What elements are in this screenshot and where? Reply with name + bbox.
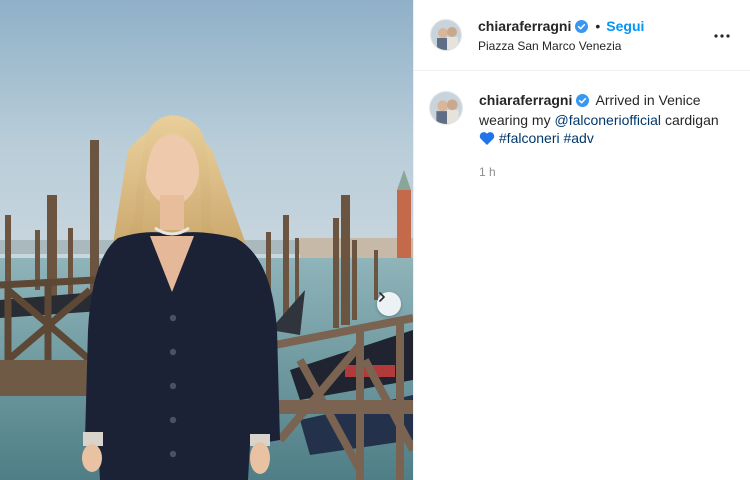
caption-mention-link[interactable]: @falconeriofficial [554, 112, 661, 128]
author-username[interactable]: chiaraferragni [478, 18, 571, 34]
author-avatar[interactable] [430, 19, 462, 51]
post-header: chiaraferragni • Segui Piazza San Marco … [414, 0, 750, 71]
verified-badge-icon [575, 19, 589, 33]
post-location[interactable]: Piazza San Marco Venezia [478, 39, 644, 53]
author-line: chiaraferragni • Segui [478, 17, 644, 35]
post-timestamp[interactable]: 1 h [479, 163, 734, 181]
venice-photo-illustration [0, 0, 413, 480]
next-photo-button[interactable] [377, 292, 401, 316]
post-side-panel: chiaraferragni • Segui Piazza San Marco … [413, 0, 750, 480]
post-photo[interactable] [0, 0, 413, 480]
caption-username[interactable]: chiaraferragni [479, 92, 572, 108]
post-caption: chiaraferragni Arrived in Venice wearing… [414, 71, 750, 181]
blue-heart-icon [479, 131, 495, 150]
caption-text: chiaraferragni Arrived in Venice wearing… [479, 91, 734, 150]
caption-body: chiaraferragni Arrived in Venice wearing… [479, 91, 734, 181]
instagram-post: chiaraferragni • Segui Piazza San Marco … [0, 0, 750, 480]
more-options-icon[interactable] [712, 26, 732, 46]
caption-text-after: cardigan [664, 112, 719, 128]
author-info: chiaraferragni • Segui Piazza San Marco … [478, 17, 644, 53]
caption-hashtag-adv[interactable]: #adv [563, 130, 593, 146]
caption-avatar[interactable] [429, 91, 463, 125]
caption-hashtag-falconeri[interactable]: #falconeri [499, 130, 560, 146]
verified-badge-icon [576, 93, 590, 111]
separator-dot: • [595, 18, 601, 34]
follow-button[interactable]: Segui [606, 18, 644, 34]
